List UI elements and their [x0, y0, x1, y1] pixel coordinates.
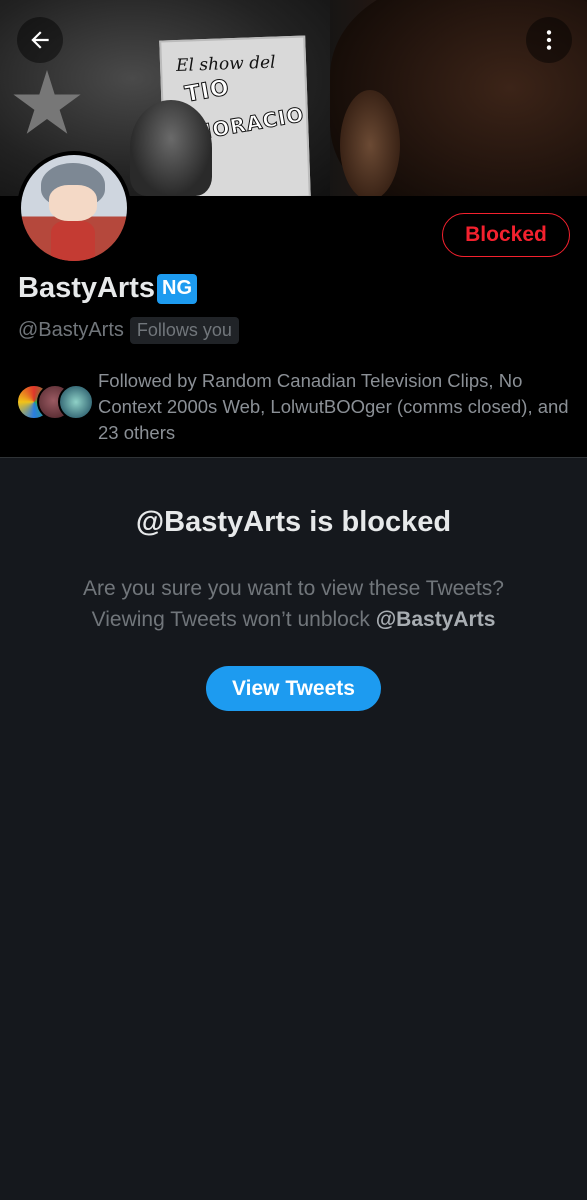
followed-by-section[interactable]: Followed by Random Canadian Television C…	[16, 368, 578, 446]
display-name: BastyArts	[18, 272, 155, 304]
blocked-button[interactable]: Blocked	[442, 213, 570, 257]
more-options-button[interactable]	[526, 17, 572, 63]
handle-row: @BastyArts Follows you	[18, 317, 239, 344]
blocked-message-handle: @BastyArts	[375, 608, 496, 631]
banner-hair-highlight	[340, 90, 400, 196]
follower-avatar	[58, 384, 94, 420]
blocked-message-line1: Are you sure you want to view these Twee…	[82, 577, 504, 600]
view-tweets-button[interactable]: View Tweets	[206, 666, 381, 711]
followed-by-prefix: Followed by	[98, 370, 202, 391]
follows-you-badge: Follows you	[129, 317, 239, 344]
blocked-message: Are you sure you want to view these Twee…	[0, 573, 587, 635]
avatar-image	[21, 155, 127, 261]
blocked-message-line2-text: Viewing Tweets won’t unblock	[91, 608, 376, 631]
display-name-row: BastyArts NG	[18, 272, 197, 305]
poster-text-line1: El show del	[175, 52, 276, 77]
avatar[interactable]	[17, 151, 131, 265]
back-button[interactable]	[17, 17, 63, 63]
poster-text-line2: TIO	[183, 75, 233, 108]
blocked-message-line2: Viewing Tweets won’t unblock @BastyArts	[0, 604, 587, 635]
follower-avatars	[16, 384, 94, 422]
more-vertical-icon	[546, 30, 552, 50]
banner-puppet-figure	[130, 100, 212, 196]
avatar-face	[49, 185, 97, 221]
handle: @BastyArts	[18, 319, 124, 341]
avatar-body	[51, 221, 95, 261]
ng-badge-icon: NG	[157, 273, 197, 304]
blocked-title: @BastyArts is blocked	[135, 506, 452, 538]
followed-by-text: Followed by Random Canadian Television C…	[98, 368, 578, 446]
arrow-left-icon	[31, 31, 49, 49]
